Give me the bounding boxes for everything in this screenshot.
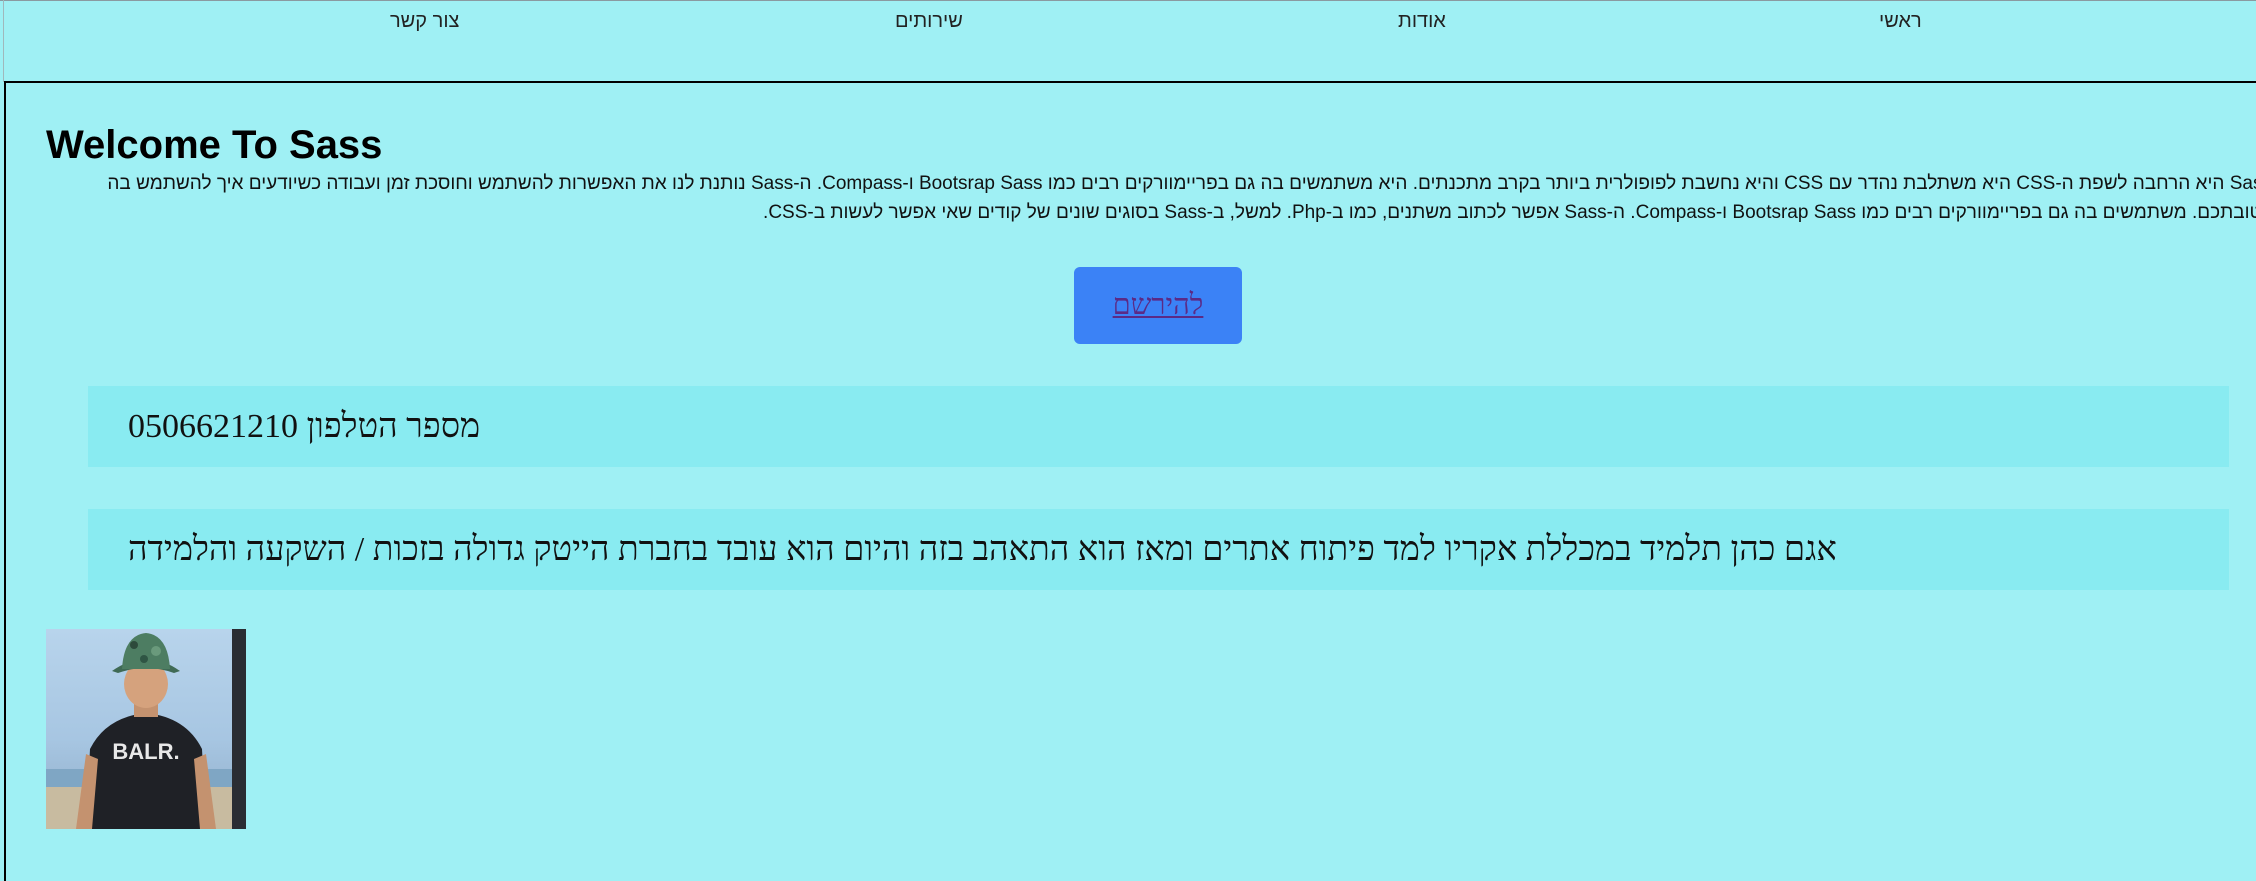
nav-item-contact[interactable]: צור קשר	[390, 10, 459, 33]
bio-text: אגם כהן תלמיד במכללת אקריו למד פיתוח אתר…	[128, 530, 1837, 568]
nav-item-about[interactable]: אודות	[1398, 10, 1446, 33]
register-link[interactable]: להירשם	[1113, 289, 1204, 322]
intro-paragraph: Sass היא הרחבה לשפת ה-CSS היא משתלבת נהד…	[107, 173, 2256, 223]
nav-item-home[interactable]: ראשי	[1879, 10, 1922, 33]
profile-photo: BALR.	[46, 629, 246, 829]
bio-card: אגם כהן תלמיד במכללת אקריו למד פיתוח אתר…	[88, 509, 2229, 590]
nav-item-services[interactable]: שירותים	[895, 10, 963, 33]
register-button[interactable]: להירשם	[1074, 267, 1242, 344]
page-title: Welcome To Sass	[46, 123, 383, 167]
phone-card: מספר הטלפון 0506621210	[88, 386, 2229, 467]
phone-text: מספר הטלפון 0506621210	[128, 407, 481, 445]
top-navigation: ראשי אודות שירותים צור קשר	[0, 0, 2256, 80]
main-content: Welcome To Sass Sass היא הרחבה לשפת ה-CS…	[4, 81, 2256, 881]
photo-shirt-text: BALR.	[112, 739, 179, 764]
